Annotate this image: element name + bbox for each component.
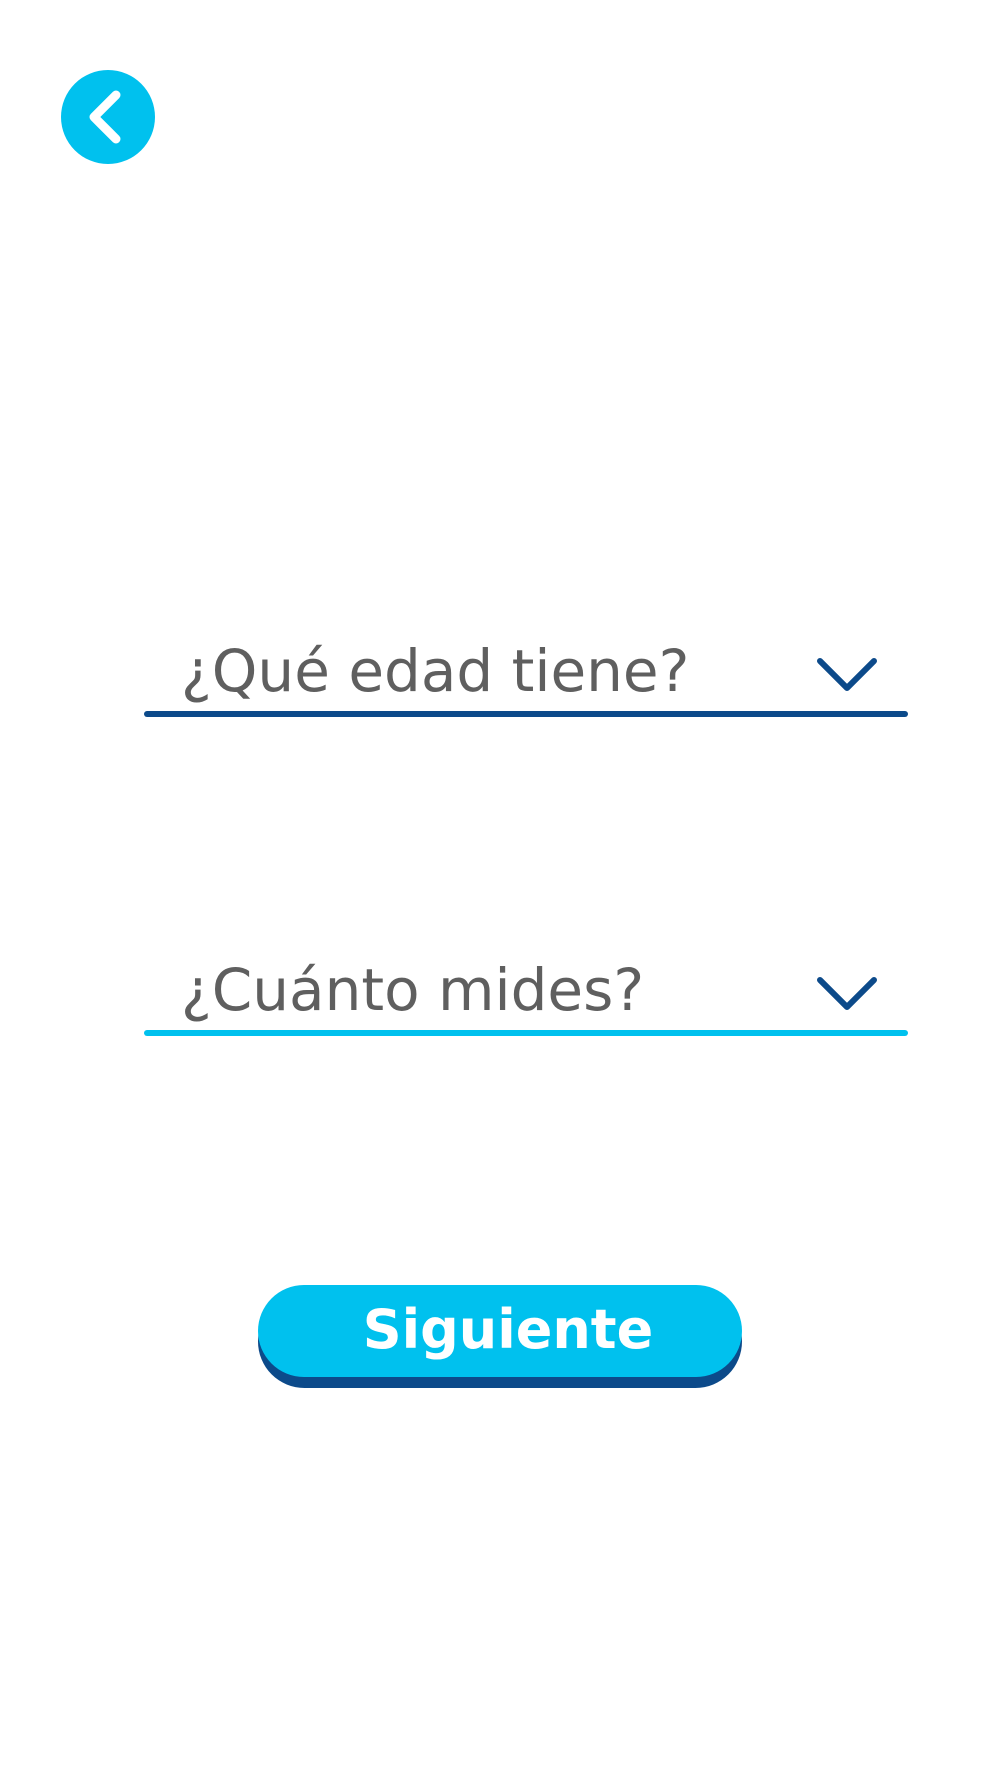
age-select-underline bbox=[144, 711, 908, 717]
next-button-label: Siguiente bbox=[362, 1298, 654, 1361]
age-select-placeholder: ¿Qué edad tiene? bbox=[181, 637, 690, 705]
next-button-face: Siguiente bbox=[258, 1285, 742, 1377]
height-select-underline bbox=[144, 1030, 908, 1036]
chevron-down-icon bbox=[816, 657, 878, 699]
back-button[interactable] bbox=[61, 70, 155, 164]
height-select-placeholder: ¿Cuánto mides? bbox=[181, 956, 645, 1024]
chevron-left-icon bbox=[86, 85, 130, 149]
age-select[interactable]: ¿Qué edad tiene? bbox=[144, 627, 908, 717]
chevron-down-icon bbox=[816, 976, 878, 1018]
height-select[interactable]: ¿Cuánto mides? bbox=[144, 946, 908, 1036]
next-button[interactable]: Siguiente bbox=[258, 1285, 742, 1388]
